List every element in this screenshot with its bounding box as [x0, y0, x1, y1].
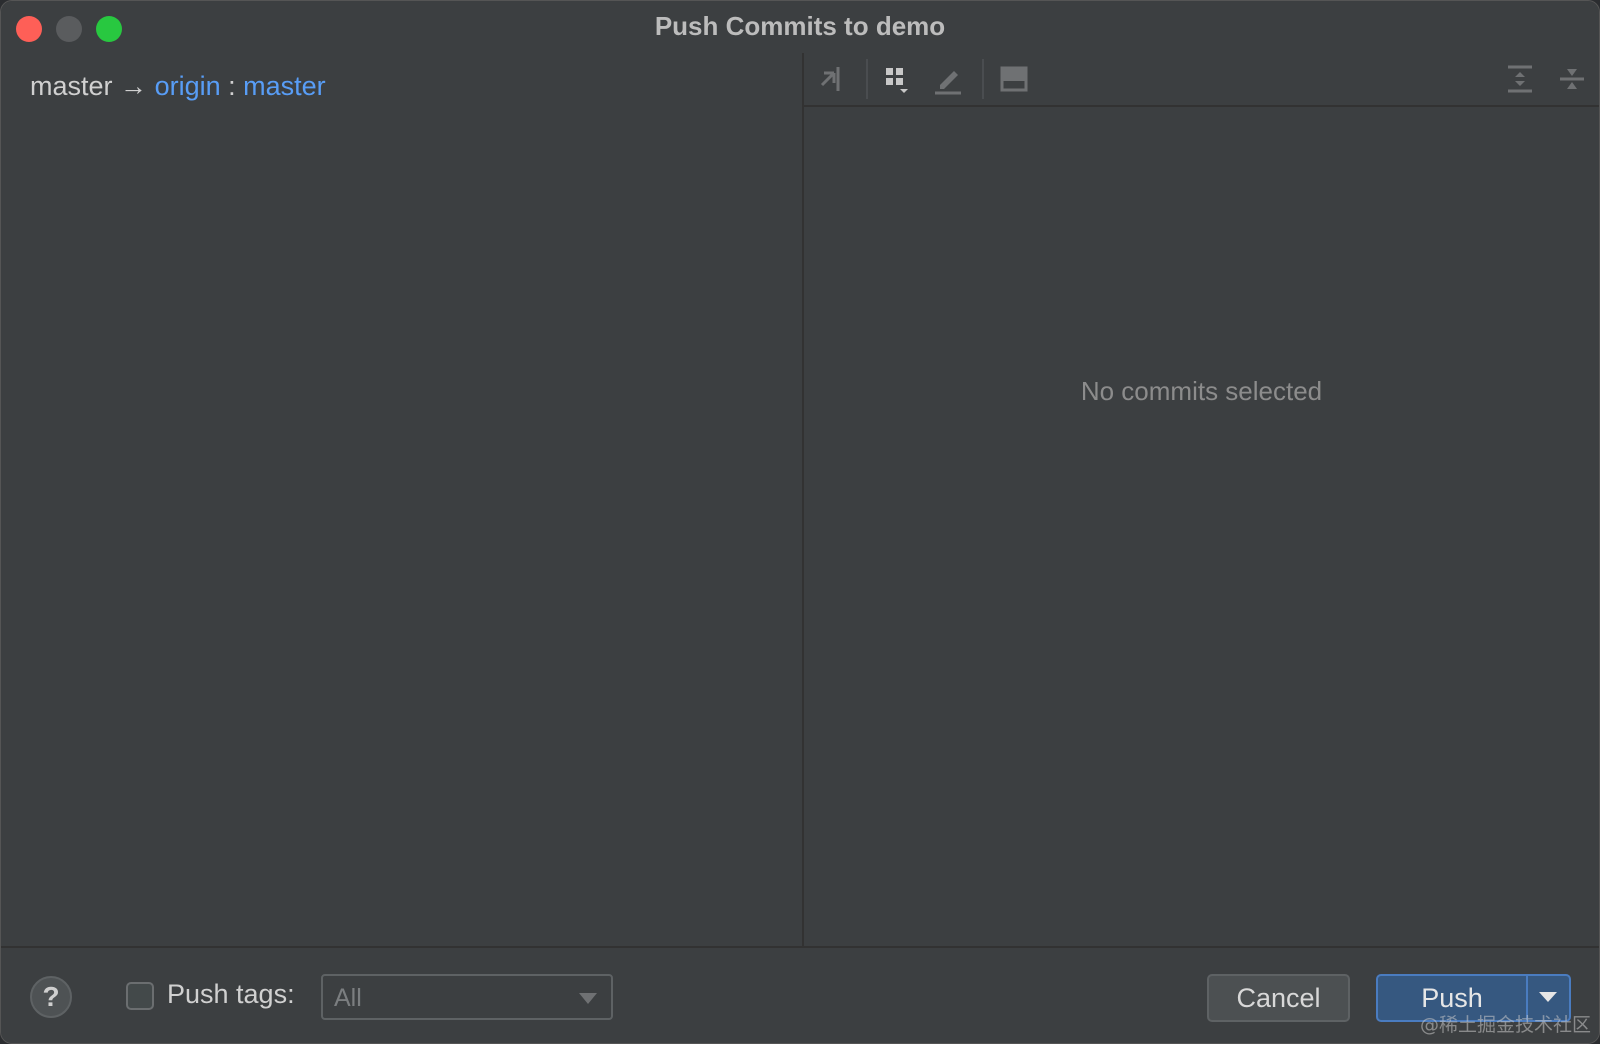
push-tags-label: Push tags:	[167, 979, 295, 1009]
dialog-footer: ? Push tags: All Cancel Push @稀土掘金技术社区	[1, 946, 1599, 1043]
changes-pane: No commits selected	[804, 53, 1599, 948]
edit-icon[interactable]	[932, 63, 964, 95]
remote-branch-link[interactable]: master	[243, 71, 326, 101]
collapse-all-icon[interactable]	[1556, 63, 1588, 95]
group-by-icon[interactable]	[882, 63, 914, 95]
empty-state-message: No commits selected	[1080, 376, 1323, 406]
cancel-button[interactable]: Cancel	[1207, 974, 1350, 1022]
help-button[interactable]: ?	[30, 976, 72, 1018]
cherry-pick-icon[interactable]	[818, 63, 850, 95]
push-tags-select[interactable]: All	[321, 974, 613, 1020]
preview-icon[interactable]	[998, 63, 1030, 95]
window-title: Push Commits to demo	[654, 11, 946, 41]
push-tags-select-value: All	[334, 984, 362, 1012]
expand-all-icon[interactable]	[1504, 63, 1536, 95]
chevron-down-icon	[1539, 992, 1557, 1002]
chevron-down-icon	[579, 993, 597, 1004]
remote-link[interactable]: origin	[155, 71, 221, 101]
arrow-right-icon: →	[120, 71, 148, 101]
commits-tree-pane: master → origin : master	[1, 53, 804, 948]
watermark: @稀土掘金技术社区	[1419, 1014, 1591, 1036]
changes-toolbar	[804, 53, 1599, 107]
push-tags-checkbox[interactable]	[126, 982, 154, 1010]
title-bar: Push Commits to demo	[1, 1, 1599, 53]
branch-separator: :	[228, 71, 236, 101]
local-branch: master	[30, 71, 113, 101]
push-dialog: Push Commits to demo master → origin : m…	[0, 0, 1600, 1044]
branch-mapping-row[interactable]: master → origin : master	[30, 71, 326, 102]
